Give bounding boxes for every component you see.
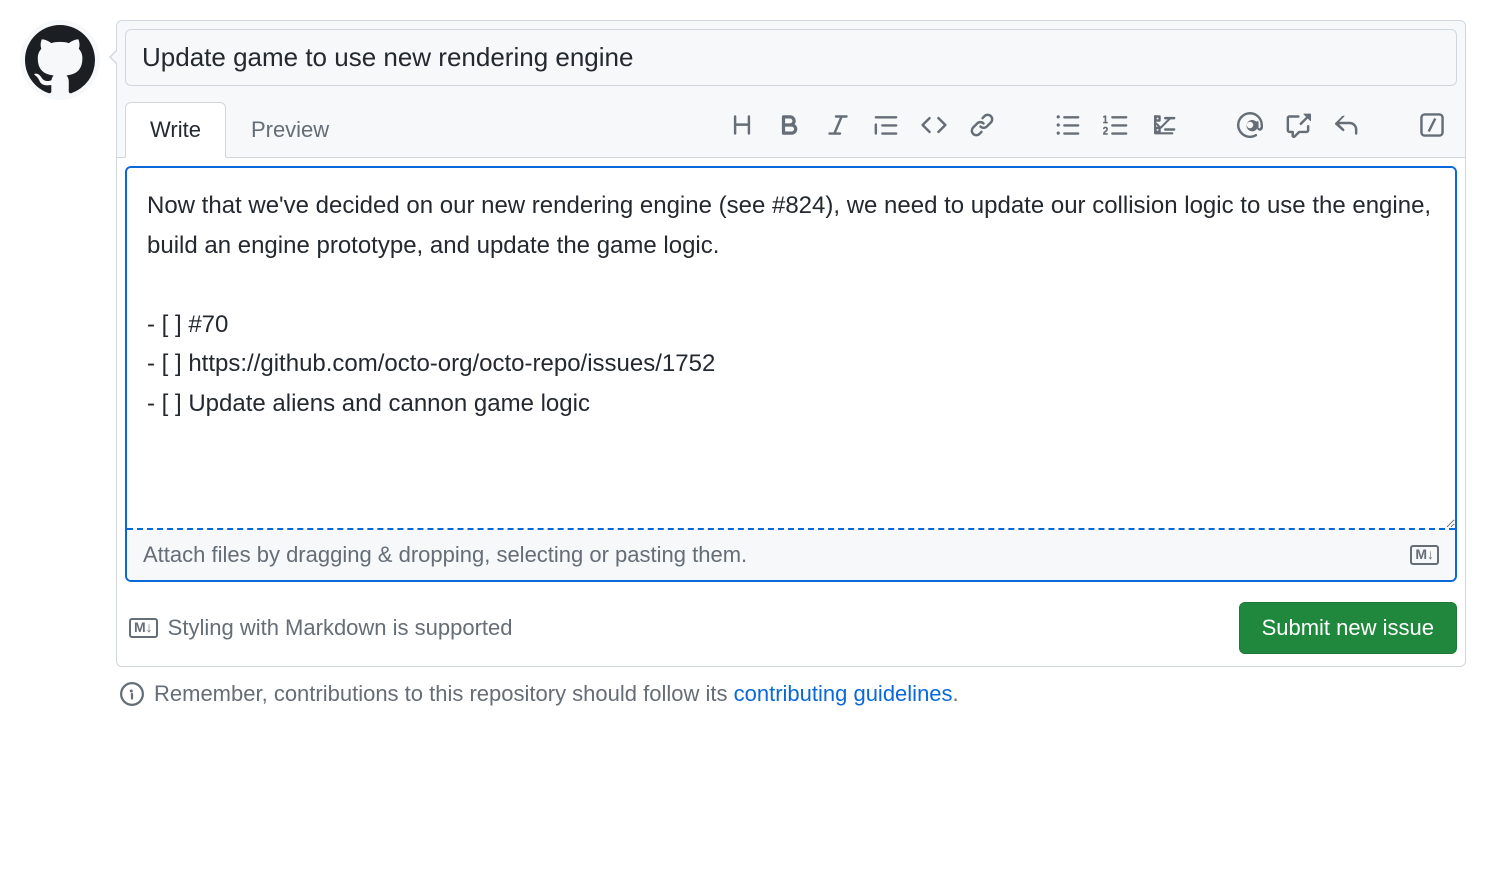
contributing-guidelines-link[interactable]: contributing guidelines — [734, 681, 953, 706]
avatar-column — [20, 20, 100, 707]
contributing-notice: Remember, contributions to this reposito… — [120, 681, 1466, 707]
body-area: Attach files by dragging & dropping, sel… — [117, 158, 1465, 590]
tab-write[interactable]: Write — [125, 102, 226, 158]
unordered-list-icon[interactable] — [1055, 112, 1081, 138]
attach-hint-text: Attach files by dragging & dropping, sel… — [143, 542, 747, 568]
slash-commands-icon[interactable] — [1419, 112, 1445, 138]
composer-footer: M↓ Styling with Markdown is supported Su… — [117, 590, 1465, 666]
markdown-support-hint[interactable]: M↓ Styling with Markdown is supported — [129, 615, 513, 641]
tab-bar: Write Preview — [117, 86, 1465, 158]
info-icon — [120, 682, 144, 706]
avatar — [20, 20, 100, 100]
notice-suffix: . — [953, 681, 959, 706]
mention-icon[interactable] — [1237, 112, 1263, 138]
tab-preview[interactable]: Preview — [226, 102, 354, 158]
composer-main: Write Preview — [116, 20, 1466, 707]
markdown-badge-icon: M↓ — [129, 618, 158, 637]
heading-icon[interactable] — [729, 112, 755, 138]
issue-composer: Write Preview — [20, 20, 1466, 707]
tasklist-icon[interactable] — [1151, 112, 1177, 138]
reply-icon[interactable] — [1333, 112, 1359, 138]
markdown-badge-icon: M↓ — [1410, 545, 1439, 564]
submit-new-issue-button[interactable]: Submit new issue — [1239, 602, 1457, 654]
cross-reference-icon[interactable] — [1285, 112, 1311, 138]
link-icon[interactable] — [969, 112, 995, 138]
title-area — [117, 21, 1465, 86]
issue-title-input[interactable] — [125, 29, 1457, 86]
quote-icon[interactable] — [873, 112, 899, 138]
notice-prefix: Remember, contributions to this reposito… — [154, 681, 734, 706]
bold-icon[interactable] — [777, 112, 803, 138]
issue-body-textarea[interactable] — [127, 168, 1455, 528]
markdown-hint-text: Styling with Markdown is supported — [168, 615, 513, 641]
code-icon[interactable] — [921, 112, 947, 138]
italic-icon[interactable] — [825, 112, 851, 138]
tabs: Write Preview — [125, 102, 354, 158]
attach-files-bar[interactable]: Attach files by dragging & dropping, sel… — [127, 528, 1455, 580]
comment-box: Write Preview — [116, 20, 1466, 667]
notice-text: Remember, contributions to this reposito… — [154, 681, 959, 707]
markdown-toolbar — [354, 112, 1457, 148]
ordered-list-icon[interactable] — [1103, 112, 1129, 138]
editor-wrap: Attach files by dragging & dropping, sel… — [125, 166, 1457, 582]
